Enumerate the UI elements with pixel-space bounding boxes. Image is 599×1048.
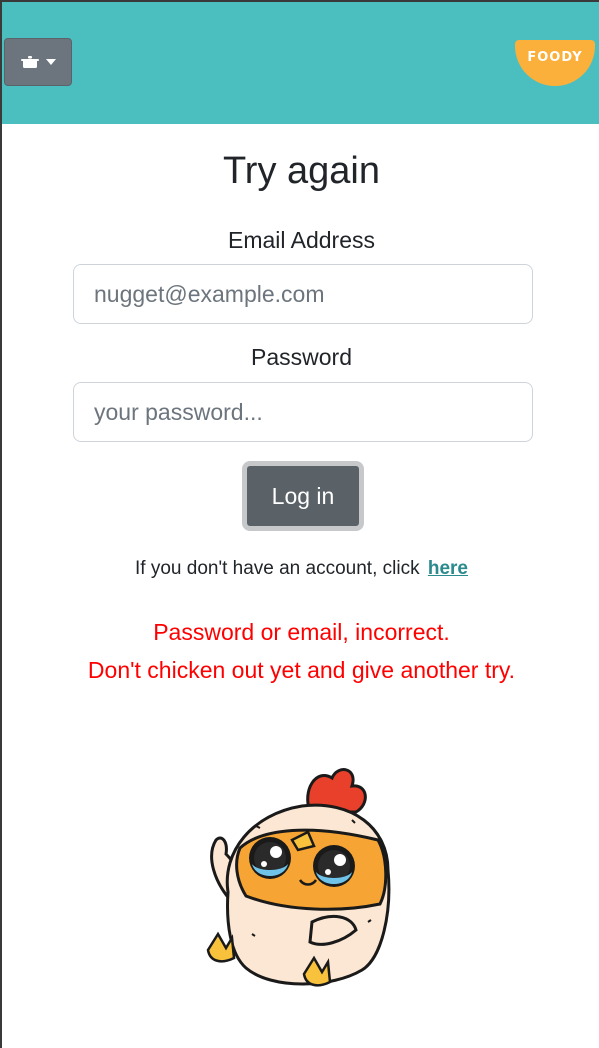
signup-prompt: If you don't have an account, click here [2,558,599,580]
foody-logo[interactable]: FOODY [515,40,595,86]
error-message-line2: Don't chicken out yet and give another t… [87,657,516,683]
page-title: Try again [223,150,380,192]
menu-dropdown-button[interactable] [4,38,72,86]
password-input[interactable] [73,382,533,442]
email-label: Email Address [227,227,375,253]
signup-prompt-text: If you don't have an account, click [135,558,420,579]
caret-down-icon [45,59,56,65]
password-label: Password [251,344,352,370]
logo-text: FOODY [527,50,583,65]
error-message-line1: Password or email, incorrect. [153,619,450,645]
email-input[interactable] [73,264,533,324]
signup-link[interactable]: here [428,558,468,579]
crying-chicken-nugget-illustration [206,768,391,987]
cooking-pot-icon [20,56,39,68]
top-navbar: FOODY [2,2,599,124]
login-button[interactable]: Log in [242,461,364,531]
